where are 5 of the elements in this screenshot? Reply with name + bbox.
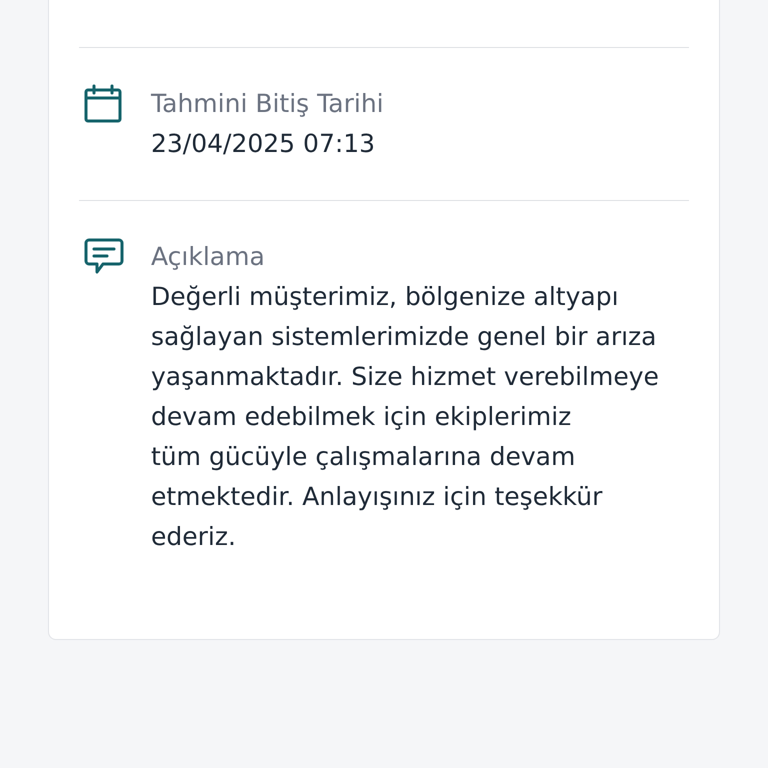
field-label: Tahmini Bitiş Tarihi — [151, 88, 385, 120]
description-text: Değerli müşterimiz, bölgenize altyapı sağlayan sistemlerimizde genel bir arıza yaşanmaktadır. Size hizmet verebilmeye devam edebilmek için ekiplerimiz tüm gücüyle çalışmalarına devam etmektedir. Anlayışınız için teşekkür ederiz. — [151, 281, 660, 553]
field-value: 23/04/2025 07:13 — [151, 128, 376, 160]
field-label: Açıklama — [151, 241, 266, 273]
calendar-icon — [83, 84, 123, 124]
